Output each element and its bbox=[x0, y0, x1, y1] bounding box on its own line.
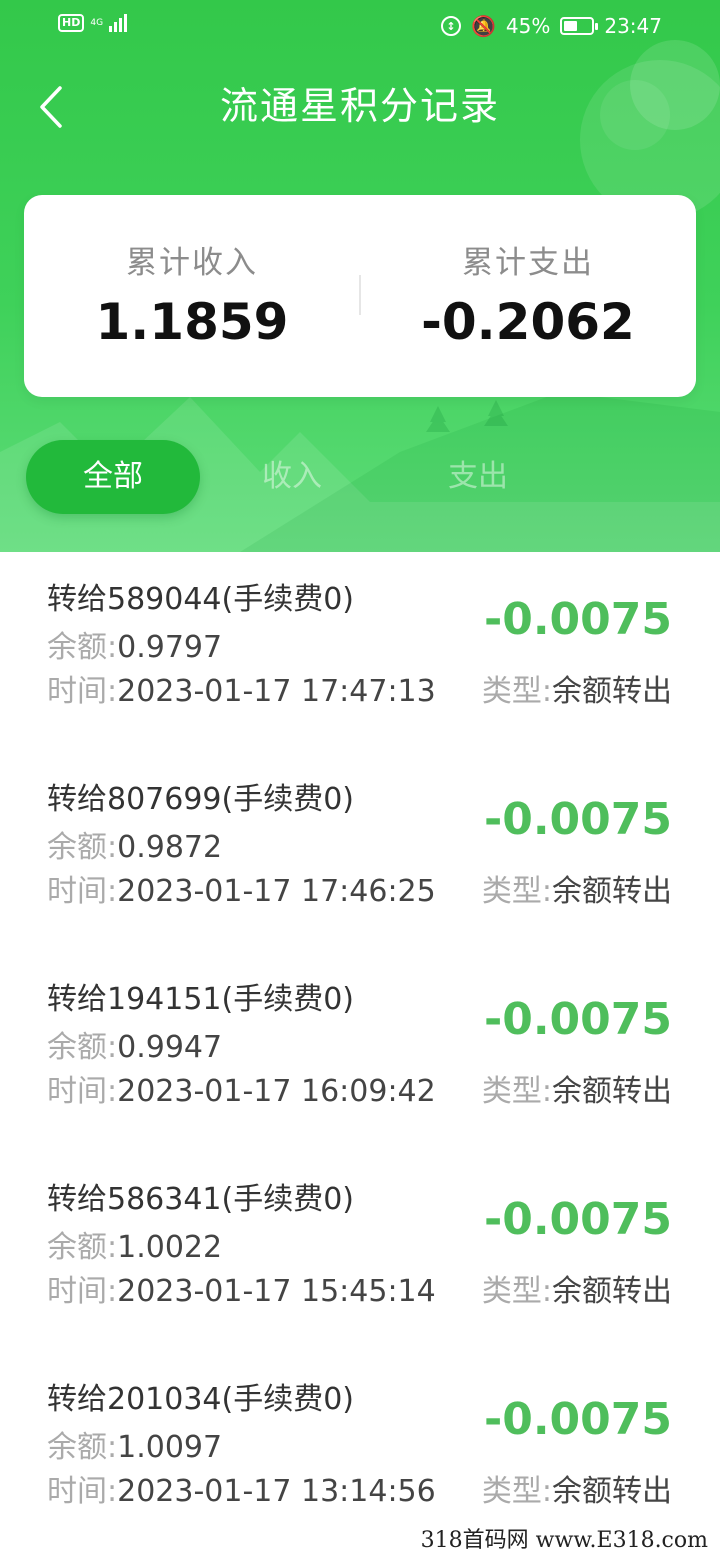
income-label: 累计收入 bbox=[126, 245, 258, 281]
clock: 23:47 bbox=[604, 14, 662, 38]
record-title: 转给194151(手续费0) bbox=[47, 982, 355, 1017]
record-amount: -0.0075 bbox=[483, 994, 672, 1045]
watermark: 318首码网 www.E318.com bbox=[420, 1528, 708, 1553]
page-title: 流通星积分记录 bbox=[219, 84, 500, 128]
record-balance: 余额:0.9872 bbox=[47, 830, 223, 865]
record-type: 类型:余额转出 bbox=[481, 1274, 672, 1309]
network-type: 4G bbox=[90, 17, 104, 28]
tab-all[interactable]: 全部 bbox=[26, 440, 200, 514]
signal-icon bbox=[109, 14, 128, 32]
list-item[interactable]: 转给194151(手续费0) 余额:0.9947 时间:2023-01-17 1… bbox=[0, 952, 720, 1152]
income-value: 1.1859 bbox=[95, 293, 289, 351]
expense-value: -0.2062 bbox=[421, 293, 635, 351]
record-amount: -0.0075 bbox=[483, 1394, 672, 1445]
income-summary: 累计收入 1.1859 bbox=[24, 195, 360, 397]
record-balance: 余额:1.0022 bbox=[47, 1230, 223, 1265]
record-amount: -0.0075 bbox=[483, 1194, 672, 1245]
mute-bell-icon: 🔕 bbox=[471, 14, 496, 38]
record-title: 转给589044(手续费0) bbox=[47, 582, 355, 617]
record-amount: -0.0075 bbox=[483, 594, 672, 645]
expense-summary: 累计支出 -0.2062 bbox=[360, 195, 696, 397]
tab-income[interactable]: 收入 bbox=[232, 440, 352, 514]
record-time: 时间:2023-01-17 16:09:42 bbox=[47, 1074, 436, 1109]
record-balance: 余额:0.9797 bbox=[47, 630, 223, 665]
record-balance: 余额:0.9947 bbox=[47, 1030, 223, 1065]
record-type: 类型:余额转出 bbox=[481, 1074, 672, 1109]
record-type: 类型:余额转出 bbox=[481, 1474, 672, 1509]
list-item[interactable]: 转给589044(手续费0) 余额:0.9797 时间:2023-01-17 1… bbox=[0, 552, 720, 752]
status-bar: HD 4G ↕ 🔕 45% 23:47 bbox=[0, 0, 720, 56]
record-balance: 余额:1.0097 bbox=[47, 1430, 223, 1465]
list-item[interactable]: 转给586341(手续费0) 余额:1.0022 时间:2023-01-17 1… bbox=[0, 1152, 720, 1352]
summary-card: 累计收入 1.1859 累计支出 -0.2062 bbox=[24, 195, 696, 397]
data-saver-icon: ↕ bbox=[441, 16, 461, 36]
record-type: 类型:余额转出 bbox=[481, 674, 672, 709]
record-time: 时间:2023-01-17 17:46:25 bbox=[47, 874, 436, 909]
battery-icon bbox=[560, 17, 599, 35]
hd-icon: HD bbox=[58, 14, 85, 32]
record-title: 转给807699(手续费0) bbox=[47, 782, 355, 817]
record-time: 时间:2023-01-17 13:14:56 bbox=[47, 1474, 436, 1509]
expense-label: 累计支出 bbox=[462, 245, 594, 281]
tab-expense[interactable]: 支出 bbox=[418, 440, 538, 514]
record-time: 时间:2023-01-17 17:47:13 bbox=[47, 674, 436, 709]
battery-percent: 45% bbox=[505, 14, 551, 38]
record-amount: -0.0075 bbox=[483, 794, 672, 845]
record-title: 转给201034(手续费0) bbox=[47, 1382, 355, 1417]
record-time: 时间:2023-01-17 15:45:14 bbox=[47, 1274, 436, 1309]
record-title: 转给586341(手续费0) bbox=[47, 1182, 355, 1217]
record-type: 类型:余额转出 bbox=[481, 874, 672, 909]
list-item[interactable]: 转给807699(手续费0) 余额:0.9872 时间:2023-01-17 1… bbox=[0, 752, 720, 952]
